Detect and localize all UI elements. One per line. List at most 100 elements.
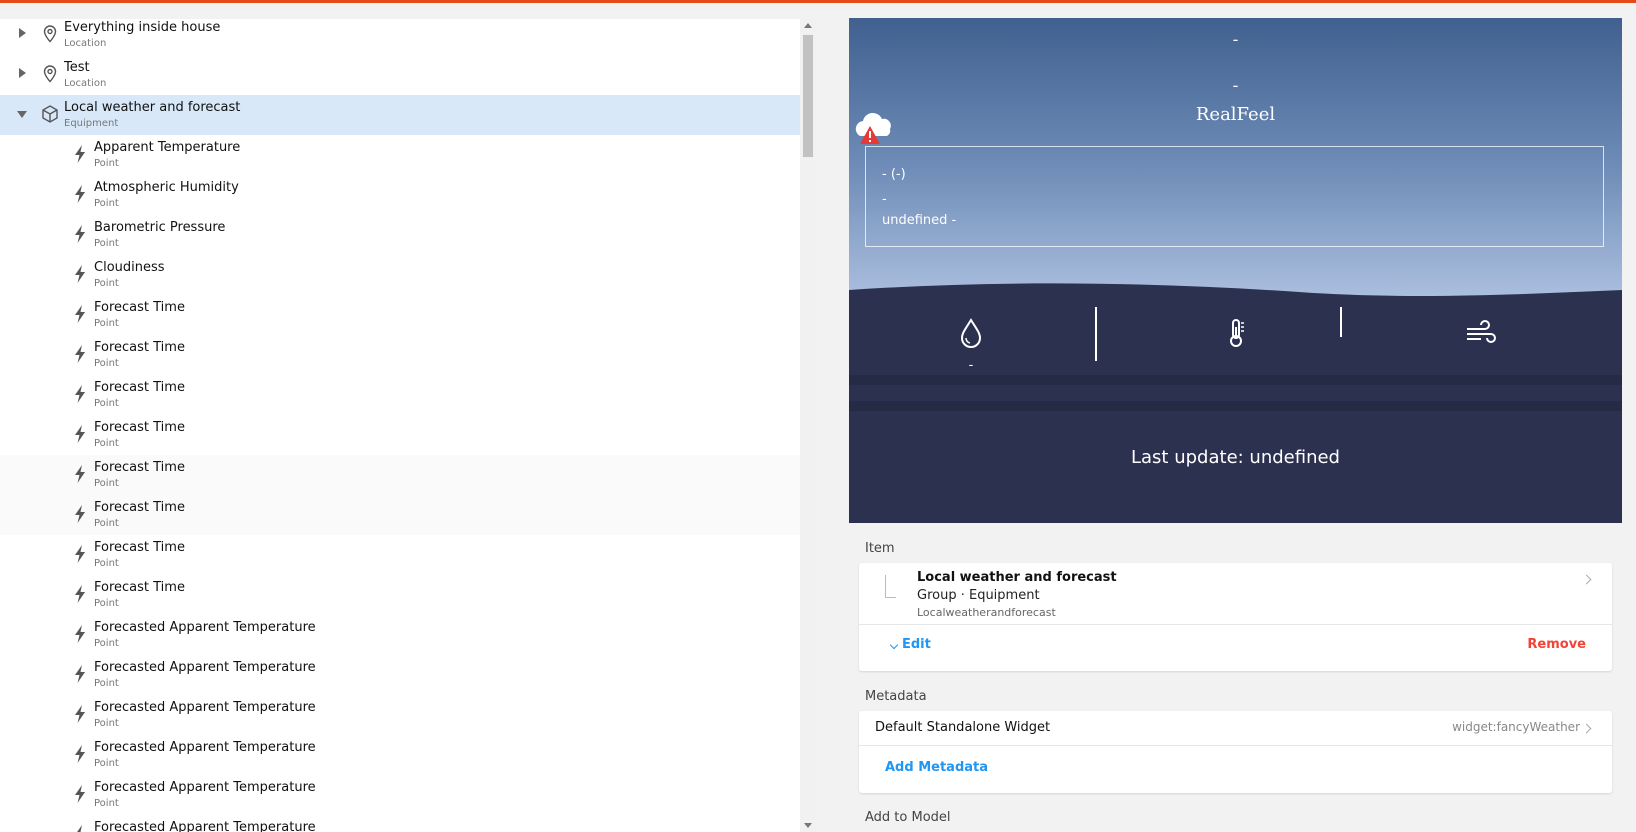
tree-item-label: Forecasted Apparent Temperature [94, 740, 316, 755]
chevron-right-icon[interactable] [1581, 723, 1592, 734]
lightning-bolt-icon [70, 704, 90, 724]
humidity-value: - [968, 358, 974, 373]
tree-item-point[interactable]: Forecasted Apparent TemperaturePoint [0, 815, 800, 832]
tree-item-type: Point [94, 798, 119, 809]
tree-item-point[interactable]: Forecast Time Point [0, 535, 800, 575]
tree-item-label: Forecasted Apparent Temperature [94, 700, 316, 715]
lightning-bolt-icon [70, 664, 90, 684]
item-card: Local weather and forecast Group · Equip… [859, 563, 1612, 671]
forecast-summary-value: - (-) [882, 167, 906, 182]
item-type: Group · Equipment [917, 588, 1040, 603]
tree-item-type: Location [64, 38, 107, 49]
wind-icon [1467, 320, 1496, 343]
tree-item-point[interactable]: Forecasted Apparent TemperaturePoint [0, 655, 800, 695]
metadata-section-label: Metadata [865, 689, 927, 704]
tree-item-type: Point [94, 598, 119, 609]
tree-item-label: Forecast Time [94, 340, 185, 355]
add-metadata-button[interactable]: Add Metadata [885, 760, 988, 775]
metadata-row-value: widget:fancyWeather [1452, 720, 1580, 734]
chevron-right-icon[interactable] [19, 28, 26, 38]
lightning-bolt-icon [70, 624, 90, 644]
tree-item-type: Point [94, 438, 119, 449]
tree-item-type: Equipment [64, 118, 119, 129]
lightning-bolt-icon [70, 544, 90, 564]
weather-stripe [849, 375, 1622, 385]
tree-item-location[interactable]: Everything inside house Location [0, 19, 800, 55]
tree-item-point[interactable]: Forecast Time Point [0, 575, 800, 615]
tree-item-point[interactable]: Barometric Pressure Point [0, 215, 800, 255]
chevron-right-icon[interactable] [1581, 574, 1592, 585]
scrollbar-thumb[interactable] [803, 35, 813, 157]
tree-item-type: Point [94, 278, 119, 289]
stat-divider [1340, 307, 1342, 337]
metadata-row-label[interactable]: Default Standalone Widget [875, 720, 1050, 735]
tree-item-label: Forecast Time [94, 580, 185, 595]
tree-item-type: Point [94, 358, 119, 369]
lightning-bolt-icon [70, 184, 90, 204]
tree-item-label: Local weather and forecast [64, 100, 241, 115]
tree-item-location[interactable]: Test Location [0, 55, 800, 95]
lightning-bolt-icon [70, 384, 90, 404]
lightning-bolt-icon [70, 144, 90, 164]
lightning-bolt-icon [70, 584, 90, 604]
lightning-bolt-icon [70, 304, 90, 324]
tree-item-type: Point [94, 758, 119, 769]
tree-item-point[interactable]: Apparent Temperature Point [0, 135, 800, 175]
chevron-down-icon[interactable] [889, 640, 899, 650]
tree-item-point[interactable]: Forecast Time Point [0, 495, 800, 535]
wind-stat [1461, 318, 1501, 352]
thermometer-icon [1230, 319, 1244, 347]
tree-item-label: Test [64, 60, 90, 75]
tree-item-point[interactable]: Forecast Time Point [0, 335, 800, 375]
forecast-summary-detail: - [882, 192, 887, 207]
top-accent-bar [0, 0, 1636, 3]
tree-item-type: Point [94, 678, 119, 689]
location-pin-icon [40, 24, 60, 44]
tree-item-point[interactable]: Forecast Time Point [0, 415, 800, 455]
forecast-summary-box: - (-) - undefined - [865, 146, 1604, 247]
tree-item-point[interactable]: Forecasted Apparent TemperaturePoint [0, 775, 800, 815]
tree-item-equipment[interactable]: Local weather and forecast Equipment [0, 95, 800, 135]
item-name: Localweatherandforecast [917, 606, 1056, 619]
tree-item-point[interactable]: Atmospheric Humidity Point [0, 175, 800, 215]
item-section-label: Item [865, 541, 895, 556]
tree-item-point[interactable]: Forecast Time Point [0, 295, 800, 335]
edit-button[interactable]: Edit [902, 637, 931, 652]
tree-item-point[interactable]: Forecasted Apparent TemperaturePoint [0, 615, 800, 655]
tree-item-label: Forecasted Apparent Temperature [94, 620, 316, 635]
tree-item-label: Barometric Pressure [94, 220, 226, 235]
chevron-right-icon[interactable] [19, 68, 26, 78]
tree-item-type: Point [94, 198, 119, 209]
tree-item-point[interactable]: Forecast Time Point [0, 375, 800, 415]
lightning-bolt-icon [70, 424, 90, 444]
item-title[interactable]: Local weather and forecast [917, 570, 1117, 585]
lightning-bolt-icon [70, 824, 90, 832]
equipment-cube-icon [40, 104, 60, 124]
tree-item-type: Point [94, 558, 119, 569]
weather-realfeel-label: RealFeel [1195, 104, 1276, 125]
weather-widget: - - RealFeel - (-) - undefined - - Last … [849, 18, 1622, 523]
scroll-down-arrow-icon[interactable] [804, 823, 812, 828]
last-update-text: Last update: undefined [1131, 447, 1340, 468]
forecast-summary-undefined: undefined - [882, 213, 957, 228]
tree-item-point[interactable]: Forecasted Apparent Temperature Point [0, 735, 800, 775]
tree-item-point[interactable]: Forecast Time Point [0, 455, 800, 495]
tree-item-label: Forecast Time [94, 460, 185, 475]
tree-scrollbar[interactable] [800, 19, 816, 832]
lightning-bolt-icon [70, 264, 90, 284]
card-divider [859, 745, 1612, 746]
tree-item-type: Point [94, 238, 119, 249]
tree-item-type: Point [94, 518, 119, 529]
tree-item-label: Forecast Time [94, 500, 185, 515]
remove-button[interactable]: Remove [1527, 637, 1586, 652]
water-drop-icon [960, 318, 982, 348]
chevron-down-icon[interactable] [17, 111, 27, 118]
lightning-bolt-icon [70, 224, 90, 244]
scroll-up-arrow-icon[interactable] [804, 23, 812, 28]
tree-item-point[interactable]: Forecasted Apparent TemperaturePoint [0, 695, 800, 735]
cloud-warning-icon [855, 112, 891, 144]
add-to-model-label: Add to Model [865, 810, 951, 825]
tree-item-label: Forecast Time [94, 420, 185, 435]
tree-item-type: Point [94, 318, 119, 329]
tree-item-point[interactable]: Cloudiness Point [0, 255, 800, 295]
